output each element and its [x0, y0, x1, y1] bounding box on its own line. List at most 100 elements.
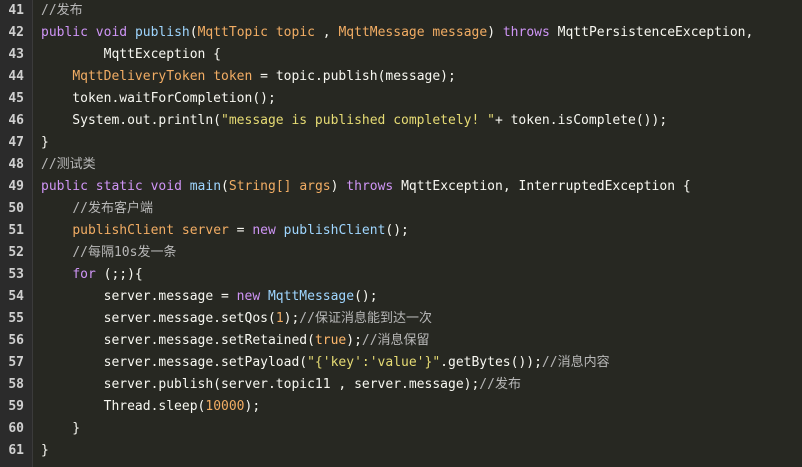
code-token: MqttMessage: [338, 25, 425, 40]
code-line[interactable]: 55 server.message.setQos(1);//保证消息能到达一次: [0, 308, 802, 330]
code-token: token: [213, 69, 253, 84]
code-editor[interactable]: 41 //发布 42 public void publish(MqttTopic to…: [0, 0, 802, 467]
code-token: (: [221, 179, 229, 194]
code-text: server.message.setRetained(true);//消息保留: [41, 330, 430, 352]
code-line[interactable]: 46 System.out.println("message is publis…: [0, 110, 802, 132]
code-line[interactable]: 60 }: [0, 418, 802, 440]
code-token: .getBytes());: [440, 355, 542, 370]
code-token: public: [41, 25, 88, 40]
code-token: ): [330, 179, 347, 194]
code-token: (: [189, 25, 198, 40]
code-text: MqttException {: [41, 44, 221, 66]
line-number: 43: [8, 47, 24, 62]
code-token: ): [487, 25, 503, 40]
code-token: new: [236, 289, 261, 304]
code-text: //发布客户端: [41, 198, 153, 220]
code-token: System.out.println(: [41, 113, 222, 128]
code-token: void: [95, 25, 128, 40]
code-token: message: [432, 25, 488, 40]
code-text: public static void main(String[] args) t…: [41, 176, 691, 198]
code-line[interactable]: 41 //发布: [0, 0, 802, 22]
code-text: System.out.println("message is published…: [41, 110, 667, 132]
line-number: 61: [8, 443, 24, 458]
line-number: 55: [8, 311, 24, 326]
code-line[interactable]: 48 //测试类: [0, 154, 802, 176]
code-line[interactable]: 43 MqttException {: [0, 44, 802, 66]
line-number: 52: [8, 245, 24, 260]
line-number: 45: [8, 91, 24, 106]
line-number: 48: [8, 157, 24, 172]
code-token: server: [181, 223, 229, 238]
code-line[interactable]: 47}: [0, 132, 802, 154]
code-line[interactable]: 61}: [0, 440, 802, 462]
code-text: server.publish(server.topic11 , server.m…: [41, 374, 521, 396]
line-number: 47: [8, 135, 24, 150]
code-token: }: [41, 135, 49, 150]
code-text: server.message.setQos(1);//保证消息能到达一次: [41, 308, 432, 330]
code-token: public: [41, 179, 88, 194]
code-line[interactable]: 53 for (;;){: [0, 264, 802, 286]
code-line[interactable]: 50 //发布客户端: [0, 198, 802, 220]
code-token: token.waitForCompletion();: [41, 91, 276, 106]
code-line[interactable]: 51 publishClient server = new publishCli…: [0, 220, 802, 242]
line-number: 57: [8, 355, 24, 370]
code-token: throws: [346, 179, 394, 194]
code-line[interactable]: 49 public static void main(String[] args)…: [0, 176, 802, 198]
code-line[interactable]: 45 token.waitForCompletion();: [0, 88, 802, 110]
line-number: 49: [8, 179, 24, 194]
line-number: 56: [8, 333, 24, 348]
line-number: 53: [8, 267, 24, 282]
code-token: publish: [134, 25, 190, 40]
code-token: //消息保留: [361, 333, 430, 348]
code-token: throws: [502, 25, 550, 40]
line-number: 41: [8, 3, 24, 18]
code-token: MqttMessage: [267, 289, 355, 304]
code-token: + token.isComplete());: [494, 113, 668, 128]
code-text: }: [41, 440, 49, 462]
code-token: true: [314, 333, 347, 348]
code-line[interactable]: 42 public void publish(MqttTopic topic , …: [0, 22, 802, 44]
line-number: 60: [8, 421, 24, 436]
code-line[interactable]: 52 //每隔10s发一条: [0, 242, 802, 264]
line-number: 59: [8, 399, 24, 414]
code-text: publishClient server = new publishClient…: [41, 220, 409, 242]
code-line[interactable]: 58 server.publish(server.topic11 , serve…: [0, 374, 802, 396]
code-text: //发布: [41, 0, 83, 22]
code-text: for (;;){: [41, 264, 142, 286]
code-lines[interactable]: 41 //发布 42 public void publish(MqttTopic to…: [0, 0, 802, 462]
code-line[interactable]: 56 server.message.setRetained(true);//消息…: [0, 330, 802, 352]
code-text: server.message.setPayload("{'key':'value…: [41, 352, 610, 374]
code-token: );: [283, 311, 300, 326]
code-text: }: [41, 418, 80, 440]
code-token: );: [346, 333, 362, 348]
code-token: void: [150, 179, 182, 194]
code-token: static: [95, 179, 143, 194]
code-line[interactable]: 54 server.message = new MqttMessage();: [0, 286, 802, 308]
code-line[interactable]: 59 Thread.sleep(10000);: [0, 396, 802, 418]
code-line[interactable]: 57 server.message.setPayload("{'key':'va…: [0, 352, 802, 374]
code-token: new: [252, 223, 276, 238]
code-text: MqttDeliveryToken token = topic.publish(…: [41, 66, 456, 88]
code-token: server.message.setQos(: [41, 311, 276, 326]
code-text: public void publish(MqttTopic topic , Mq…: [41, 22, 753, 44]
code-token: );: [244, 399, 261, 414]
code-token: =: [228, 223, 253, 238]
code-token: server.message.setPayload(: [41, 355, 308, 370]
code-token: }: [41, 443, 49, 458]
code-token: //测试类: [41, 157, 96, 172]
line-number: 58: [8, 377, 24, 392]
code-line[interactable]: 44 MqttDeliveryToken token = topic.publi…: [0, 66, 802, 88]
line-number: 42: [8, 25, 24, 40]
line-number: 54: [8, 289, 24, 304]
code-token: publishClient: [283, 223, 386, 238]
code-token: MqttPersistenceException,: [549, 25, 754, 40]
code-token: //发布: [41, 3, 83, 18]
